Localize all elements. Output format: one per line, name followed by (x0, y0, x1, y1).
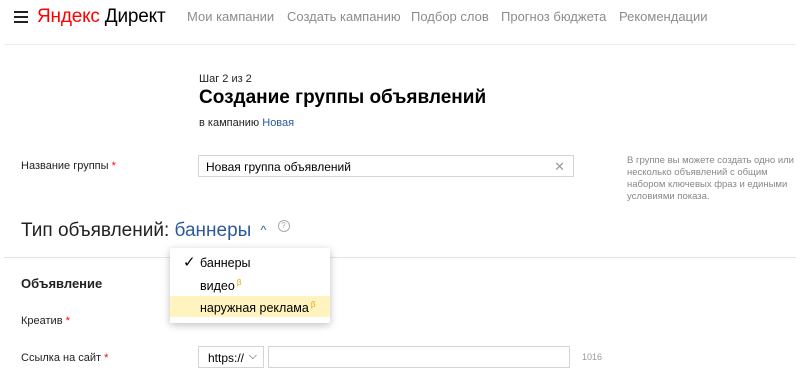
group-name-label-text: Название группы (21, 160, 109, 172)
ad-type-row: Тип объявлений: баннеры ^ ? (21, 220, 290, 242)
page-title: Создание группы объявлений (199, 87, 487, 108)
campaign-link[interactable]: Новая (262, 117, 294, 129)
checkmark-icon: ✓ (183, 254, 196, 271)
option-label: наружная реклама (200, 301, 309, 315)
creative-label: Креатив * (21, 315, 70, 327)
group-name-input[interactable]: Новая группа объявлений ✕ (198, 155, 574, 177)
option-label: баннеры (200, 256, 251, 270)
ad-type-selector[interactable]: баннеры (175, 220, 252, 241)
option-label: видео (200, 279, 235, 293)
site-link-label: Ссылка на сайт * (21, 352, 108, 364)
site-url-input[interactable] (268, 346, 570, 368)
nav-recommendations[interactable]: Рекомендации (619, 9, 708, 24)
nav-create-campaign[interactable]: Создать кампанию (287, 9, 401, 24)
section-title-ad: Объявление (21, 276, 103, 291)
yandex-direct-logo[interactable]: Яндекс Директ (37, 6, 166, 28)
chevron-up-icon[interactable]: ^ (261, 223, 267, 237)
nav-budget-forecast[interactable]: Прогноз бюджета (501, 9, 606, 24)
nav-my-campaigns[interactable]: Мои кампании (187, 9, 274, 24)
required-mark: * (111, 160, 116, 172)
dropdown-option-outdoor[interactable]: наружная реклама β (170, 296, 330, 317)
chevron-down-icon: ⌵ (248, 350, 257, 362)
group-hint: В группе вы можете создать одно или неск… (627, 155, 794, 202)
section-divider (4, 257, 796, 258)
group-name-value: Новая группа объявлений (206, 160, 351, 174)
help-icon[interactable]: ? (277, 220, 290, 232)
beta-badge: β (236, 278, 242, 287)
campaign-prefix: в кампанию (199, 117, 260, 129)
group-name-label: Название группы * (21, 160, 116, 172)
dropdown-option-video[interactable]: видео β (170, 274, 330, 295)
logo-yandex-text: Яндекс (37, 6, 100, 27)
required-mark: * (65, 315, 70, 327)
beta-badge: β (310, 300, 316, 309)
ad-type-dropdown: ✓ баннеры видео β наружная реклама β (170, 248, 330, 323)
url-char-counter: 1016 (582, 352, 603, 362)
protocol-select[interactable]: https:// ⌵ (198, 346, 264, 368)
site-link-label-text: Ссылка на сайт (21, 352, 102, 364)
required-mark: * (104, 352, 109, 364)
campaign-line: в кампанию Новая (199, 117, 294, 129)
protocol-value: https:// (208, 351, 245, 365)
step-indicator: Шаг 2 из 2 (199, 73, 252, 85)
creative-label-text: Креатив (21, 315, 63, 327)
ad-type-label: Тип объявлений: (21, 220, 170, 241)
logo-direct-text: Директ (104, 6, 166, 27)
menu-icon[interactable] (14, 11, 28, 23)
clear-icon[interactable]: ✕ (554, 159, 565, 175)
nav-keyword-selection[interactable]: Подбор слов (411, 9, 489, 24)
dropdown-option-banners[interactable]: ✓ баннеры (170, 252, 330, 273)
